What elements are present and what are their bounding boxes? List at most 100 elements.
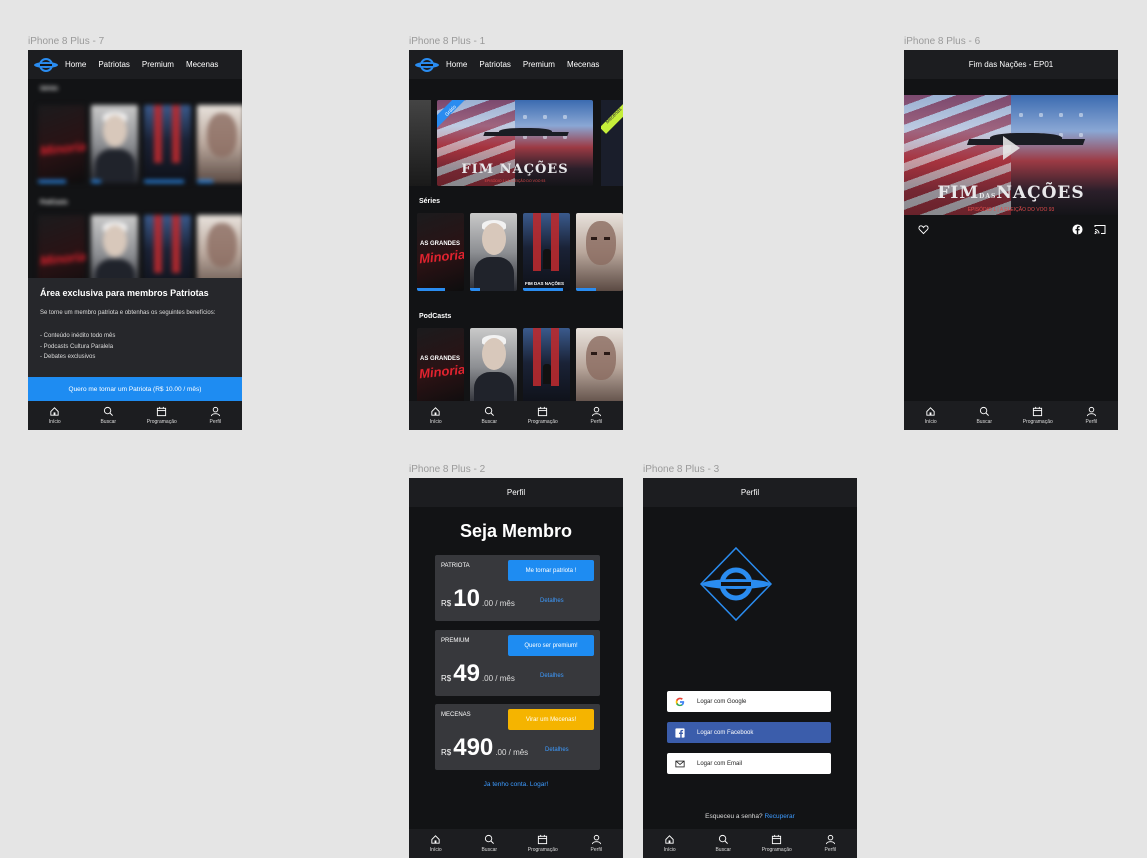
nav-mecenas[interactable]: Mecenas <box>186 60 218 69</box>
benefit-item: - Podcasts Cultura Paralela <box>40 343 114 350</box>
hero-subtitle: EPISÓDIO 1 | A ELEIÇÃO DO VOO 93 <box>484 179 546 183</box>
price-currency: R$ <box>441 674 452 683</box>
details-link[interactable]: Detalhes <box>540 598 564 604</box>
carousel-prev-slide[interactable] <box>409 100 431 186</box>
poster-fim-das-nacoes <box>144 105 191 183</box>
nav-home[interactable]: Home <box>65 60 86 69</box>
tab-perfil[interactable]: Perfil <box>1071 406 1111 425</box>
tab-perfil[interactable]: Perfil <box>195 406 235 425</box>
carousel-slide-fim-das-nacoes[interactable]: FIM NAÇÕES EPISÓDIO 1 | A ELEIÇÃO DO VOO… <box>437 100 593 186</box>
login-email-label: Logar com Email <box>697 760 743 767</box>
tab-perfil[interactable]: Perfil <box>810 834 850 853</box>
tab-label: Início <box>429 419 442 425</box>
google-icon <box>675 697 685 706</box>
poster-man[interactable] <box>470 213 517 291</box>
tab-label: Perfil <box>209 419 221 425</box>
nav-home[interactable]: Home <box>446 60 467 69</box>
tab-programacao[interactable]: Programação <box>757 834 797 853</box>
become-patriota-button[interactable]: Me tornar patriota ! <box>508 560 594 581</box>
player-title-bar: Fim das Nações - EP01 <box>904 50 1118 79</box>
details-link[interactable]: Detalhes <box>540 673 564 679</box>
login-facebook-button[interactable]: Logar com Facebook <box>667 722 831 743</box>
nav-premium[interactable]: Premium <box>142 60 174 69</box>
poster-old-man <box>197 105 242 183</box>
tab-programacao[interactable]: Programação <box>1018 406 1058 425</box>
tab-inicio[interactable]: Início <box>416 406 456 425</box>
facebook-icon[interactable] <box>1072 224 1083 235</box>
tab-perfil[interactable]: Perfil <box>576 834 616 853</box>
login-link[interactable]: Ja tenho conta. Logar! <box>409 781 623 788</box>
tab-bar: Início Buscar Programação Perfil <box>409 401 623 430</box>
watch-progress-bar <box>523 288 563 291</box>
become-patriota-button[interactable]: Quero me tornar um Patriota (R$ 10.00 / … <box>28 377 242 401</box>
details-link[interactable]: Detalhes <box>545 747 569 753</box>
login-email-button[interactable]: Logar com Email <box>667 753 831 774</box>
phone-membership: Perfil Seja Membro PATRIOTA Me tornar pa… <box>409 478 623 858</box>
carousel-next-slide[interactable]: Mecenas <box>601 100 623 186</box>
tab-inicio[interactable]: Início <box>911 406 951 425</box>
tab-label: Perfil <box>1085 419 1097 425</box>
frame-label-6: iPhone 8 Plus - 6 <box>904 36 981 47</box>
logo-icon[interactable] <box>414 55 440 75</box>
section-label-podcasts: PodCasts <box>40 200 68 206</box>
poster-fim-das-nacoes[interactable] <box>523 328 570 406</box>
cast-icon[interactable] <box>1094 224 1106 235</box>
nav-patriotas[interactable]: Patriotas <box>98 60 130 69</box>
become-premium-button[interactable]: Quero ser premium! <box>508 635 594 656</box>
home-icon <box>431 407 440 416</box>
poster-minoria-big: Minoria <box>418 361 464 382</box>
hero-title-mid: DAS <box>979 193 997 200</box>
nav-premium[interactable]: Premium <box>523 60 555 69</box>
profile-title: Perfil <box>506 488 526 497</box>
heart-icon[interactable] <box>918 224 929 235</box>
plan-card-mecenas: MECENAS Virar um Mecenas! R$ 490.00 / mês… <box>435 704 600 770</box>
phone-player: Fim das Nações - EP01 FIMDASNAÇÕES EPISÓ… <box>904 50 1118 430</box>
tab-inicio[interactable]: Início <box>416 834 456 853</box>
tab-buscar[interactable]: Buscar <box>703 834 743 853</box>
login-google-button[interactable]: Logar com Google <box>667 691 831 712</box>
tab-inicio[interactable]: Início <box>35 406 75 425</box>
poster-old-man[interactable] <box>576 213 623 291</box>
section-label-podcasts: PodCasts <box>419 313 452 320</box>
profile-title-bar: Perfil <box>643 478 857 507</box>
forgot-password-text: Esqueceu a senha? <box>705 813 763 820</box>
play-icon[interactable] <box>1001 135 1021 161</box>
nav-patriotas[interactable]: Patriotas <box>479 60 511 69</box>
poster-old-man[interactable] <box>576 328 623 406</box>
tab-buscar[interactable]: Buscar <box>88 406 128 425</box>
poster-man <box>91 105 138 183</box>
recover-link[interactable]: Recuperar <box>764 813 794 820</box>
tab-label: Buscar <box>481 419 498 425</box>
forgot-password-row: Esqueceu a senha? Recuperar <box>643 813 857 820</box>
benefit-item: - Conteúdo inédito todo mês <box>40 333 116 339</box>
tab-bar: Início Buscar Programação Perfil <box>643 829 857 858</box>
tab-inicio[interactable]: Início <box>650 834 690 853</box>
tab-buscar[interactable]: Buscar <box>469 834 509 853</box>
frame-label-1: iPhone 8 Plus - 1 <box>409 36 486 47</box>
plan-card-patriota: PATRIOTA Me tornar patriota ! R$ 10.00 / … <box>435 555 600 621</box>
video-player[interactable]: FIMDASNAÇÕES EPISÓDIO 1 | A ELEIÇÃO DO V… <box>904 95 1118 215</box>
poster-as-grandes-minoria[interactable]: AS GRANDES Minoria <box>417 213 464 291</box>
tab-programacao[interactable]: Programação <box>523 834 563 853</box>
tab-buscar[interactable]: Buscar <box>469 406 509 425</box>
become-mecenas-button[interactable]: Virar um Mecenas! <box>508 709 594 730</box>
poster-man[interactable] <box>470 328 517 406</box>
search-icon <box>103 406 113 416</box>
tab-programacao[interactable]: Programação <box>142 406 182 425</box>
poster-fim-das-nacoes[interactable]: FIM DAS NAÇÕES <box>523 213 570 291</box>
tab-label: Perfil <box>590 419 602 425</box>
tab-label: Buscar <box>481 847 498 853</box>
poster-as-grandes-minoria[interactable]: AS GRANDES Minoria <box>417 328 464 406</box>
nav-mecenas[interactable]: Mecenas <box>567 60 599 69</box>
tab-buscar[interactable]: Buscar <box>964 406 1004 425</box>
tab-programacao[interactable]: Programação <box>523 406 563 425</box>
price-amount: 10 <box>453 585 480 612</box>
logo-icon[interactable] <box>33 55 59 75</box>
plan-price: R$ 49.00 / mês <box>441 660 515 688</box>
calendar-icon <box>157 406 167 417</box>
section-label-series: Séries <box>40 86 59 92</box>
search-icon <box>718 834 728 844</box>
tab-perfil[interactable]: Perfil <box>576 406 616 425</box>
tab-label: Buscar <box>976 419 993 425</box>
section-label-series: Séries <box>419 198 441 205</box>
